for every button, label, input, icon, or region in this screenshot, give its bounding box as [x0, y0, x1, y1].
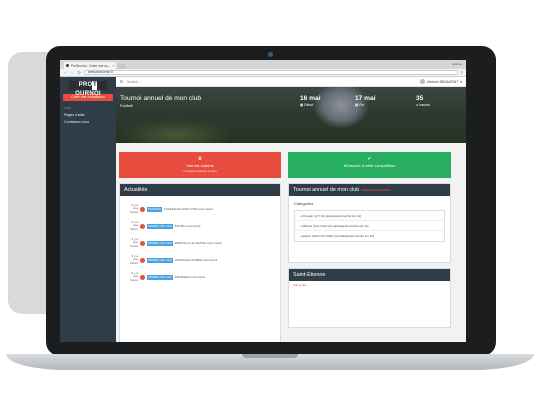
sidebar-section-label: AIDE — [64, 106, 72, 110]
sidebar-item-contact[interactable]: Contactez-nous — [64, 120, 116, 124]
view-location-link[interactable]: Voir le lieu — [293, 283, 450, 287]
chevron-down-icon: ▾ — [460, 79, 462, 84]
user-add-icon — [140, 257, 145, 263]
window-user: Jérémie — [451, 62, 462, 66]
location-panel: Saint-Étienne Voir le lieu — [288, 268, 451, 328]
news-time: Il y a une heure — [130, 237, 138, 248]
category-badge: POUSSIN — [147, 206, 162, 212]
trophy-icon: ♛ — [197, 156, 203, 162]
search-input[interactable]: Search... — [127, 80, 141, 84]
news-text: CHAZELLES-SUR-LYON s'est inscrit — [163, 207, 213, 212]
calendar-icon: ▦ — [355, 103, 359, 107]
browser-tabbar: ProTournoi - Créer une co... × Jérémie — [60, 60, 466, 69]
browser-tab[interactable]: ProTournoi - Créer une co... × — [64, 62, 116, 69]
status-badge: Inscriptions ouvertes — [361, 188, 391, 192]
user-menu[interactable]: Jérémie BENAGENT ▾ — [419, 79, 462, 84]
user-add-icon — [140, 206, 145, 212]
view-matches-button[interactable]: ♛ Voir les matchs 3 matchs restants à jo… — [119, 152, 281, 178]
users-icon: ● — [416, 103, 419, 107]
laptop-screen: ProTournoi - Créer une co... × Jérémie ‹… — [60, 60, 466, 342]
reload-icon[interactable]: ↻ — [77, 70, 81, 75]
news-time: Il y a une heure — [130, 271, 138, 282]
news-text: MARCILLY-LE-CHATEL s'est inscrit — [174, 241, 222, 246]
user-add-icon — [140, 223, 145, 229]
news-item[interactable]: Il y a une heure MINIME (U11-U12) USSON-EN… — [128, 254, 218, 265]
news-time: Il y a une heure — [130, 254, 138, 265]
logo[interactable]: PROTOURNOI — [69, 81, 107, 97]
news-panel: Actualités Il y a une heure POUSSIN CHAZEL… — [119, 183, 281, 342]
calendar-icon: ▦ — [300, 103, 304, 107]
category-badge: MINIME (U11-U12) — [147, 240, 173, 246]
news-text: USSON-EN-FOREZ s'est inscrit — [174, 258, 218, 263]
news-item[interactable]: Il y a une heure MINIME (U11-U12) MARCILLY… — [128, 237, 222, 248]
hero-title: Tournoi annuel de mon club — [120, 95, 202, 102]
laptop-notch — [242, 354, 298, 358]
category-badge: MINIME (U11-U12) — [147, 274, 173, 280]
tournament-hero: Tournoi annuel de mon club Football 16 m… — [116, 87, 466, 143]
categories-label: Catégories — [294, 201, 314, 206]
address-bar: ‹ › ↻ www.protournoi.fr ≡ — [60, 69, 466, 77]
start-date-stat: 16 mai ▦ Début — [300, 95, 321, 107]
close-tab-icon[interactable]: × — [112, 64, 114, 68]
user-add-icon — [140, 274, 145, 280]
news-text: FEURS s'est inscrit — [174, 224, 201, 229]
news-title: Actualités — [120, 184, 280, 196]
camera-icon — [268, 52, 273, 57]
browser-menu-icon[interactable]: ≡ — [461, 70, 463, 75]
sidebar: PROTOURNOI Créer une compétition AIDE Pa… — [60, 77, 116, 342]
create-competition-button[interactable]: Créer une compétition — [63, 94, 113, 101]
menu-toggle-icon[interactable]: ≡ — [120, 79, 123, 85]
browser-tab-title: ProTournoi - Créer une co... — [71, 63, 111, 68]
news-text: FRAISSES s'est inscrit — [174, 275, 206, 280]
check-icon: ✔ — [367, 156, 372, 162]
laptop-mockup: ProTournoi - Créer une co... × Jérémie ‹… — [0, 0, 540, 400]
new-tab-button[interactable] — [118, 64, 126, 69]
register-button[interactable]: ✔ M'inscrire à cette compétition — [288, 152, 451, 178]
category-row[interactable]: » Espoir (U16-U17-U18) (12 participants … — [295, 231, 444, 241]
hero-sport: Football — [120, 104, 133, 108]
category-row[interactable]: » Poussin (U7) (11 participants inscrits… — [295, 211, 444, 221]
city-title: Saint-Étienne — [289, 269, 450, 281]
category-row[interactable]: » Minime (U11-U12) (12 participants insc… — [295, 221, 444, 231]
category-badge: MINIME (U11-U12) — [147, 223, 173, 229]
url-input[interactable]: www.protournoi.fr — [84, 69, 458, 76]
forward-icon[interactable]: › — [70, 70, 74, 75]
news-item[interactable]: Il y a une heure MINIME (U11-U12) FRAISSES… — [128, 271, 206, 282]
category-badge: MINIME (U11-U12) — [147, 257, 173, 263]
favicon-icon — [66, 64, 69, 67]
topbar: ≡ Search... Jérémie BENAGENT ▾ — [116, 77, 466, 87]
categories-list: » Poussin (U7) (11 participants inscrits… — [294, 210, 445, 242]
user-add-icon — [140, 240, 145, 246]
app-layout: PROTOURNOI Créer une compétition AIDE Pa… — [60, 77, 466, 342]
avatar — [419, 79, 425, 84]
sidebar-item-help-pages[interactable]: Pages d'aide — [64, 113, 116, 117]
news-item[interactable]: Il y a une heure MINIME (U11-U12) FEURS s'… — [128, 220, 201, 231]
main-content: ≡ Search... Jérémie BENAGENT ▾ Tournoi a… — [116, 77, 466, 342]
end-date-stat: 17 mai ▦ Fin — [355, 95, 376, 107]
back-icon[interactable]: ‹ — [63, 70, 67, 75]
news-time: Il y a une heure — [130, 203, 138, 214]
news-time: Il y a une heure — [130, 220, 138, 231]
user-name: Jérémie BENAGENT — [426, 79, 459, 84]
tournament-title: Tournoi annuel de mon club — [293, 187, 360, 193]
tournament-panel: Tournoi annuel de mon club Inscriptions o… — [288, 183, 451, 263]
news-item[interactable]: Il y a une heure POUSSIN CHAZELLES-SUR-LYO… — [128, 203, 213, 214]
registered-stat: 35 ● Inscrits — [416, 95, 430, 107]
